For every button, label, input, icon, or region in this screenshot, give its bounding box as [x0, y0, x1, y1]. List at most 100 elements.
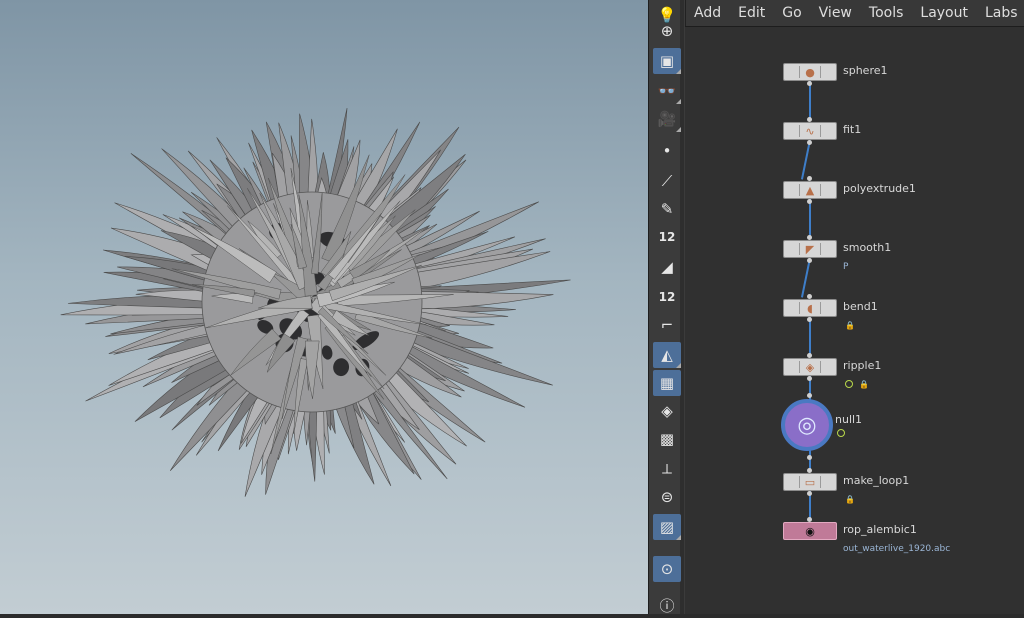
output-connector[interactable]	[807, 258, 812, 263]
network-canvas[interactable]: ● sphere1 ∿ fit1 ▲ polyextrude1 ◤ smooth1 P ◖ bend…	[685, 27, 1024, 614]
render-view-icon: 🎥	[657, 110, 677, 128]
curve-tool-icon: ⌐	[660, 316, 674, 334]
input-connector[interactable]	[807, 176, 812, 181]
shelf-shaded-mode-button[interactable]: ◭	[653, 342, 681, 368]
lock-icon[interactable]: 🔒	[859, 380, 869, 389]
shelf-uv-button[interactable]: ▩	[653, 426, 681, 452]
menu-edit[interactable]: Edit	[738, 5, 765, 21]
shelf-edge-tool-button[interactable]: ⟋	[653, 168, 681, 194]
output-connector[interactable]	[807, 81, 812, 86]
output-connector[interactable]	[807, 491, 812, 496]
shelf-camera-view-button[interactable]: ▣	[653, 48, 681, 74]
output-connector[interactable]	[807, 317, 812, 322]
output-connector[interactable]	[807, 199, 812, 204]
node-divider	[820, 476, 821, 488]
node-divider	[799, 476, 800, 488]
shelf-checker-button[interactable]: ▦	[653, 370, 681, 396]
node-divider	[799, 125, 800, 137]
node-wire[interactable]	[809, 317, 811, 356]
lock-icon[interactable]: 🔒	[845, 495, 855, 504]
diamond-icon: ◈	[661, 402, 673, 420]
flyout-indicator	[676, 127, 681, 132]
shelf-add-light-button[interactable]: ⊕	[653, 18, 681, 44]
node-body[interactable]: ∿	[783, 122, 837, 140]
pane-handle[interactable]	[685, 0, 686, 26]
flyout-indicator	[676, 535, 681, 540]
node-divider	[799, 302, 800, 314]
node-divider	[799, 184, 800, 196]
shelf-display-options-button[interactable]: 👓	[653, 78, 681, 104]
shelf-wireframe-button[interactable]: ⊜	[653, 484, 681, 510]
shelf-snap-points-button[interactable]: 12	[653, 224, 681, 250]
output-connector[interactable]	[807, 376, 812, 381]
alembic-icon: ◉	[805, 524, 815, 538]
shelf-brush-tool-button[interactable]: ✎	[653, 196, 681, 222]
node-body[interactable]: ▭	[783, 473, 837, 491]
input-connector[interactable]	[807, 393, 812, 398]
node-body[interactable]: ●	[783, 63, 837, 81]
flyout-indicator	[676, 69, 681, 74]
shelf-background-image-button[interactable]: ▨	[653, 514, 681, 540]
wireframe-icon: ⊜	[660, 488, 674, 506]
menu-tools[interactable]: Tools	[869, 5, 904, 21]
menu-labs[interactable]: Labs	[985, 5, 1018, 21]
menu-add[interactable]: Add	[694, 5, 721, 21]
node-label: smooth1	[843, 241, 892, 254]
extrude-icon: ▲	[805, 183, 815, 197]
attribute-label: P	[843, 262, 849, 272]
node-body[interactable]: ◉	[783, 522, 837, 540]
node-label: null1	[835, 413, 863, 426]
node-divider	[820, 66, 821, 78]
node-body[interactable]: ◈	[783, 358, 837, 376]
node-wire[interactable]	[801, 140, 811, 180]
input-connector[interactable]	[807, 235, 812, 240]
bend-icon: ◖	[807, 301, 813, 315]
node-divider	[820, 243, 821, 255]
shelf-snap-grid-button[interactable]: 12	[653, 284, 681, 310]
output-connector[interactable]	[807, 140, 812, 145]
node-wire[interactable]	[809, 81, 811, 120]
input-connector[interactable]	[807, 117, 812, 122]
flyout-indicator	[676, 363, 681, 368]
network-editor: Add Edit Go View Tools Layout Labs ● sphe…	[685, 0, 1024, 614]
lock-icon[interactable]: 🔒	[845, 321, 855, 330]
shelf-transform-handle-button[interactable]: ⟂	[653, 456, 681, 482]
menu-go[interactable]: Go	[782, 5, 801, 21]
input-connector[interactable]	[807, 353, 812, 358]
node-divider	[799, 243, 800, 255]
node-wire[interactable]	[801, 258, 811, 298]
node-label: make_loop1	[843, 474, 910, 487]
ripple-icon: ◈	[805, 360, 815, 374]
node-body[interactable]: ◖	[783, 299, 837, 317]
node-divider	[799, 66, 800, 78]
shelf-diamond-button[interactable]: ◈	[653, 398, 681, 424]
node-label: fit1	[843, 123, 862, 136]
shaded-mode-icon: ◭	[661, 346, 673, 364]
node-body[interactable]: ▲	[783, 181, 837, 199]
input-connector[interactable]	[807, 517, 812, 522]
shelf-info-button[interactable]: ⓘ	[653, 592, 681, 618]
shelf-select-tool-button[interactable]: ◢	[653, 254, 681, 280]
display-flag-icon[interactable]	[845, 380, 853, 388]
input-connector[interactable]	[807, 468, 812, 473]
node-body[interactable]: ◎	[781, 399, 833, 451]
node-wire[interactable]	[809, 199, 811, 238]
shelf-point-tool-button[interactable]: •	[653, 138, 681, 164]
input-connector[interactable]	[807, 294, 812, 299]
camera-view-icon: ▣	[659, 52, 675, 70]
node-divider	[820, 361, 821, 373]
shelf-render-view-button[interactable]: 🎥	[653, 106, 681, 132]
node-divider	[820, 125, 821, 137]
shelf-pin-button[interactable]: ⊙	[653, 556, 681, 582]
shelf-curve-tool-button[interactable]: ⌐	[653, 312, 681, 338]
shelf-toolbar: 💡 ⊕ ▣ 👓 🎥 • ⟋ ✎ 12 ◢ 12 ⌐ ◭ ▦ ◈ ▩ ⟂ ⊜ ▨ ⊙ ⓘ	[648, 0, 686, 615]
snap-grid-icon: 12	[658, 290, 676, 304]
select-tool-icon: ◢	[661, 258, 673, 276]
menu-view[interactable]: View	[819, 5, 852, 21]
menu-layout[interactable]: Layout	[920, 5, 968, 21]
scene-viewport[interactable]	[0, 0, 648, 614]
snap-points-icon: 12	[658, 230, 676, 244]
node-body[interactable]: ◤	[783, 240, 837, 258]
output-connector[interactable]	[807, 455, 812, 460]
display-flag-icon[interactable]	[837, 429, 845, 437]
